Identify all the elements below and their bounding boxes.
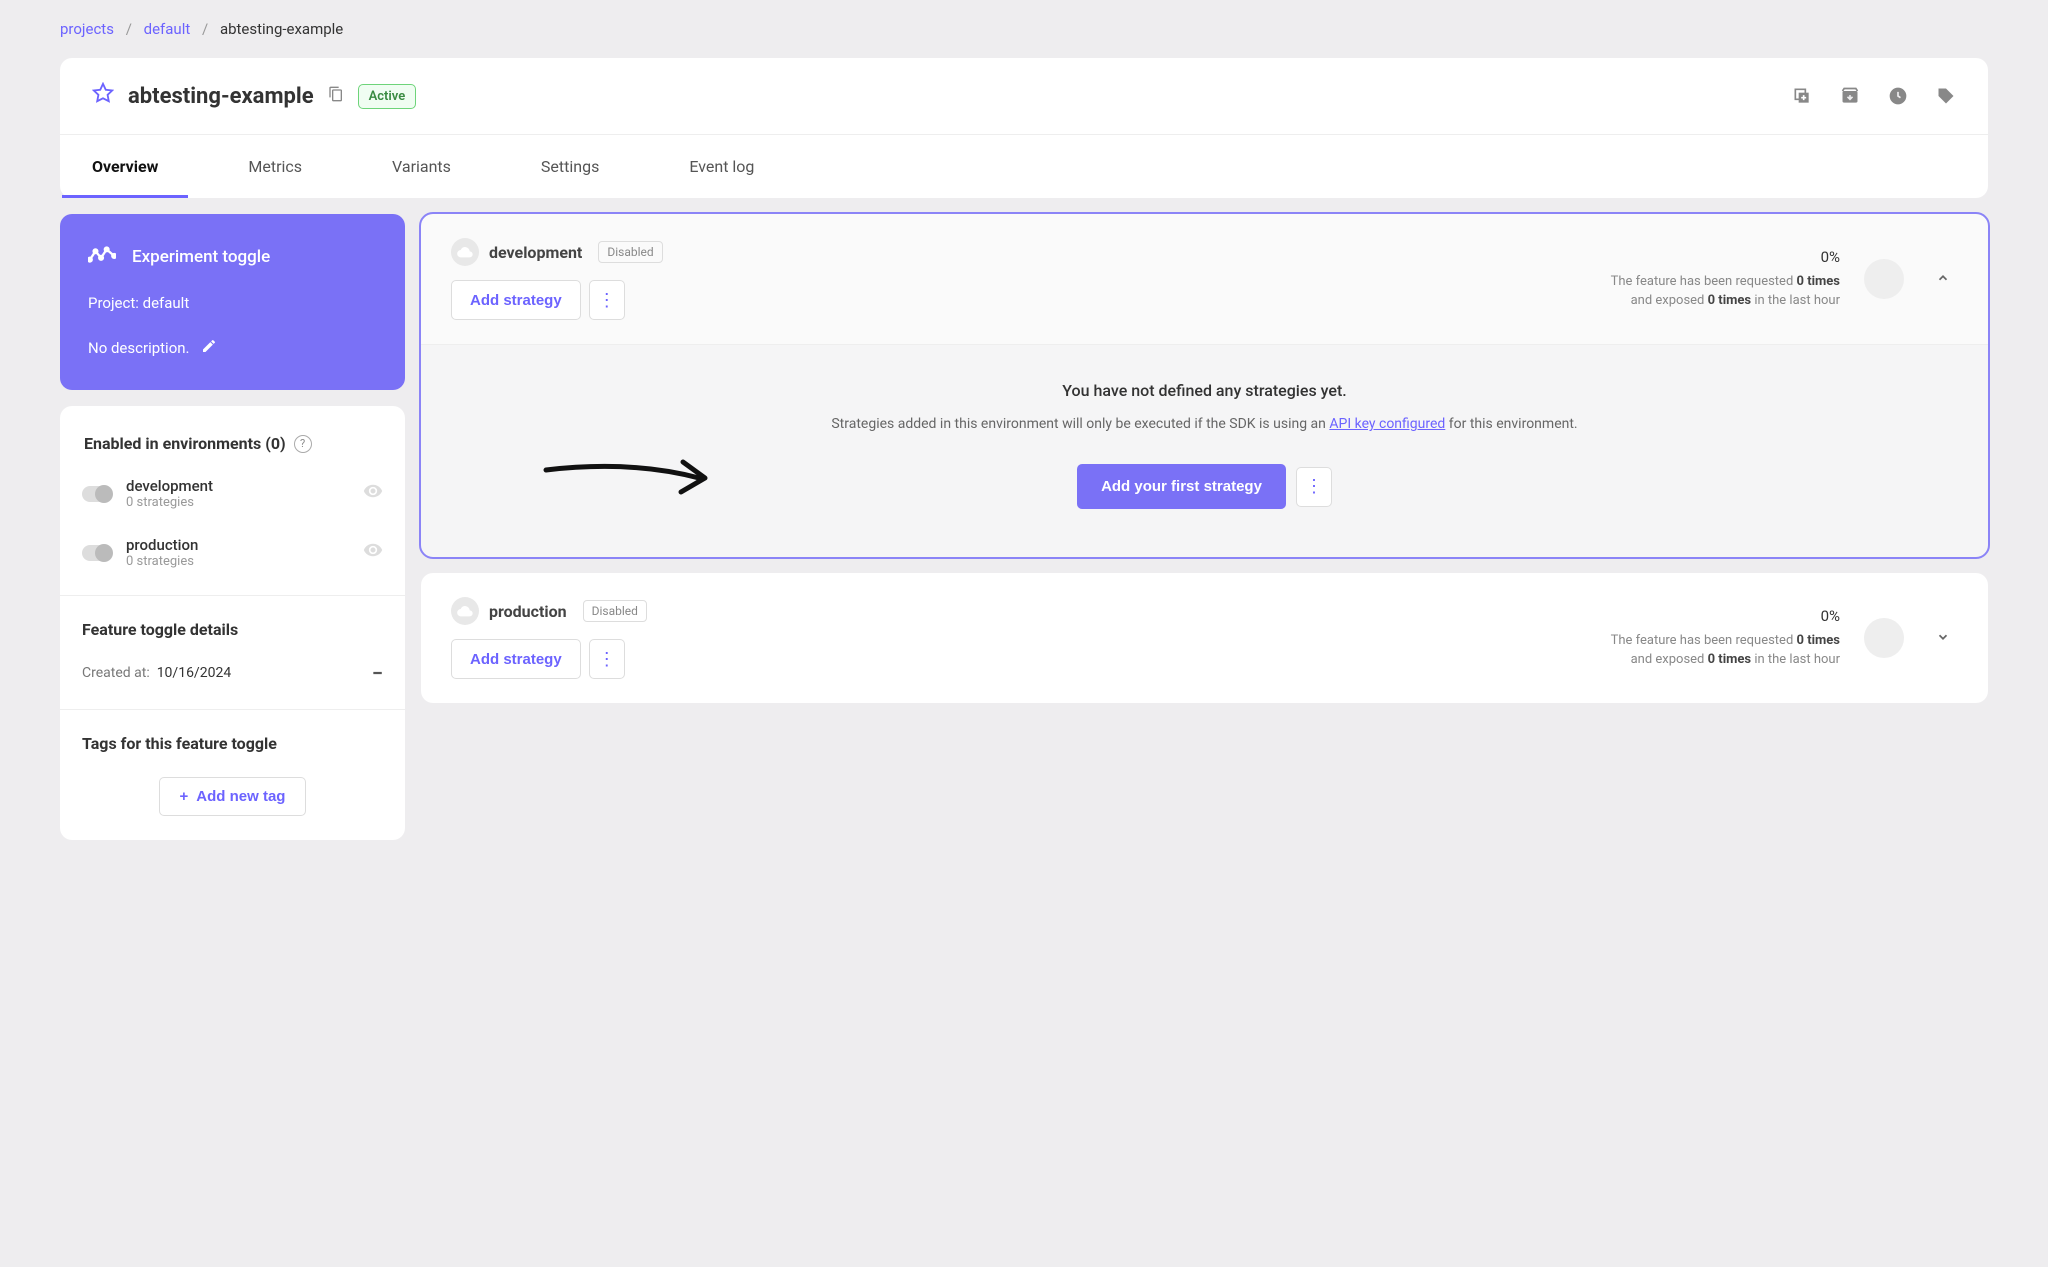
info-card: Experiment toggle Project: default No de…: [60, 214, 405, 390]
env-heading: Enabled in environments (0): [84, 434, 286, 453]
add-tag-button[interactable]: + Add new tag: [159, 777, 307, 816]
help-icon[interactable]: ?: [294, 435, 312, 453]
api-key-link[interactable]: API key configured: [1329, 416, 1445, 432]
disabled-badge: Disabled: [598, 241, 662, 263]
more-menu-button[interactable]: ⋮: [589, 280, 625, 320]
strategy-more-button[interactable]: ⋮: [1296, 467, 1332, 507]
feature-header: abtesting-example Active: [60, 58, 1988, 134]
collapse-icon[interactable]: −: [372, 661, 383, 685]
experiment-icon: [88, 246, 116, 268]
cloud-icon: [451, 238, 479, 266]
exposure-pct: 0%: [1611, 248, 1840, 266]
more-menu-button[interactable]: ⋮: [589, 639, 625, 679]
visibility-icon[interactable]: [363, 481, 383, 506]
env-panel-development: development Disabled Add strategy ⋮ 0% T…: [421, 214, 1988, 557]
empty-title: You have not defined any strategies yet.: [451, 381, 1958, 400]
tab-event-log[interactable]: Event log: [689, 135, 754, 198]
status-badge: Active: [358, 84, 417, 109]
plus-icon: +: [180, 788, 189, 805]
details-heading: Feature toggle details: [82, 620, 383, 639]
env-name: production: [126, 536, 198, 554]
clock-icon[interactable]: [1888, 86, 1908, 106]
stats-text: The feature has been requested 0 times a…: [1611, 631, 1840, 670]
stats-text: The feature has been requested 0 times a…: [1611, 272, 1840, 311]
add-strategy-button[interactable]: Add strategy: [451, 639, 581, 679]
add-strategy-button[interactable]: Add strategy: [451, 280, 581, 320]
created-label: Created at:: [82, 665, 150, 681]
add-feature-icon[interactable]: [1792, 86, 1812, 106]
visibility-icon[interactable]: [363, 540, 383, 565]
exposure-pct: 0%: [1611, 607, 1840, 625]
env-panel-production: production Disabled Add strategy ⋮ 0% Th…: [421, 573, 1988, 703]
description: No description.: [88, 339, 189, 357]
tabs: Overview Metrics Variants Settings Event…: [60, 134, 1988, 198]
strategy-empty-state: You have not defined any strategies yet.…: [421, 344, 1988, 557]
add-first-strategy-button[interactable]: Add your first strategy: [1077, 464, 1286, 509]
breadcrumb-sep: /: [126, 20, 132, 38]
edit-description-icon[interactable]: [201, 338, 217, 358]
tags-heading: Tags for this feature toggle: [82, 734, 383, 753]
breadcrumb-feature: abtesting-example: [220, 20, 343, 38]
cloud-icon: [451, 597, 479, 625]
feature-title: abtesting-example: [128, 84, 314, 109]
tab-variants[interactable]: Variants: [392, 135, 451, 198]
environments-card: Enabled in environments (0) ? developmen…: [60, 406, 405, 840]
empty-text: Strategies added in this environment wil…: [451, 416, 1958, 432]
env-name: development: [126, 477, 213, 495]
chart-placeholder: [1864, 618, 1904, 658]
env-panel-name: development: [489, 243, 582, 262]
project-label: Project: default: [88, 294, 377, 312]
env-toggle-production[interactable]: [82, 545, 112, 561]
tab-metrics[interactable]: Metrics: [248, 135, 302, 198]
env-sub: 0 strategies: [126, 554, 198, 569]
env-summary-item-development: development 0 strategies: [82, 477, 383, 510]
tab-overview[interactable]: Overview: [92, 135, 158, 198]
breadcrumb-sep: /: [202, 20, 208, 38]
breadcrumb: projects / default / abtesting-example: [60, 20, 1988, 38]
env-toggle-development[interactable]: [82, 486, 112, 502]
created-value: 10/16/2024: [157, 665, 232, 681]
copy-icon[interactable]: [328, 86, 344, 106]
tab-settings[interactable]: Settings: [541, 135, 599, 198]
env-sub: 0 strategies: [126, 495, 213, 510]
breadcrumb-project[interactable]: default: [144, 20, 191, 38]
env-panel-name: production: [489, 602, 567, 621]
chart-placeholder: [1864, 259, 1904, 299]
disabled-badge: Disabled: [583, 600, 647, 622]
breadcrumb-projects[interactable]: projects: [60, 20, 114, 38]
hand-drawn-arrow-icon: [541, 456, 721, 500]
chevron-up-icon[interactable]: [1928, 262, 1958, 297]
toggle-type: Experiment toggle: [132, 247, 270, 267]
chevron-down-icon[interactable]: [1928, 621, 1958, 656]
favorite-star-icon[interactable]: [92, 82, 114, 110]
archive-icon[interactable]: [1840, 86, 1860, 106]
env-summary-item-production: production 0 strategies: [82, 536, 383, 569]
tag-icon[interactable]: [1936, 86, 1956, 106]
